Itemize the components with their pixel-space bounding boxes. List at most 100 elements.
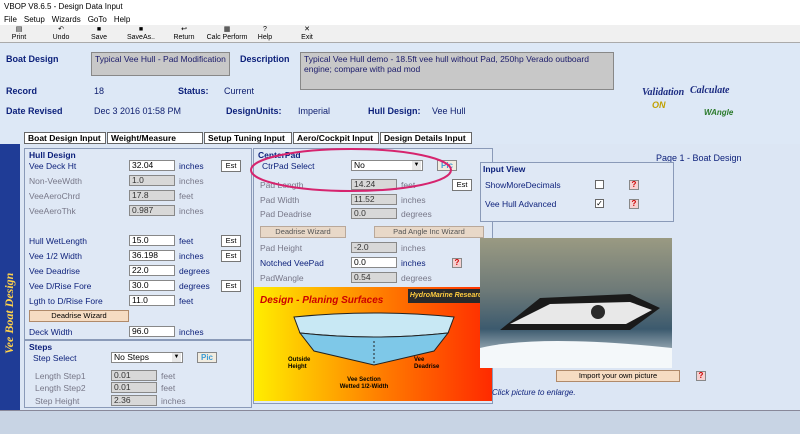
vee-hull-advanced-help-icon[interactable]: ? bbox=[629, 199, 639, 209]
undo-button[interactable]: ↶ Undo bbox=[50, 26, 72, 42]
toolbar: ▤ Print ↶ Undo ■ Save ■ SaveAs.. ↩ Return ▦ Ca… bbox=[0, 25, 800, 43]
annotation-circle bbox=[250, 148, 452, 192]
vee-aero-chord-unit: feet bbox=[179, 191, 194, 201]
non-vee-width-input[interactable]: 1.0 bbox=[129, 175, 175, 186]
pad-angle-inc-wizard-button[interactable]: Pad Angle Inc Wizard bbox=[374, 226, 484, 238]
description-label: Description bbox=[240, 54, 290, 64]
vee-aero-chord-input[interactable]: 17.8 bbox=[129, 190, 175, 201]
hull-wetlength-input[interactable]: 15.0 bbox=[129, 235, 175, 246]
vee-drise-fore-est-button[interactable]: Est bbox=[221, 280, 241, 292]
vee-deck-ht-input[interactable]: 32.04 bbox=[129, 160, 175, 171]
vee-hull-advanced-label: Vee Hull Advanced bbox=[485, 199, 557, 209]
deck-width-input[interactable]: 96.0 bbox=[129, 326, 175, 337]
notched-veepad-unit: inches bbox=[401, 258, 426, 268]
vee-deadrise-unit: degrees bbox=[179, 266, 210, 276]
record-value: 18 bbox=[94, 86, 105, 96]
pad-deadrise-input[interactable]: 0.0 bbox=[351, 208, 397, 219]
step-height-input[interactable]: 2.36 bbox=[111, 395, 157, 406]
length-step1-label: Length Step1 bbox=[35, 371, 86, 381]
notched-veepad-input[interactable]: 0.0 bbox=[351, 257, 397, 268]
pad-wangle-unit: degrees bbox=[401, 273, 432, 283]
vee-deck-ht-unit: inches bbox=[179, 161, 204, 171]
step-select-label: Step Select bbox=[33, 353, 77, 363]
deadrise-wizard-button[interactable]: Deadrise Wizard bbox=[29, 310, 129, 322]
description-field[interactable]: Typical Vee Hull demo - 18.5ft vee hull … bbox=[300, 52, 614, 90]
vee-deck-ht-est-button[interactable]: Est bbox=[221, 160, 241, 172]
length-step1-input[interactable]: 0.01 bbox=[111, 370, 157, 381]
wangle-badge: WAngle bbox=[704, 108, 734, 117]
boat-design-field[interactable]: Typical Vee Hull - Pad Modification bbox=[91, 52, 230, 76]
length-step1-unit: feet bbox=[161, 371, 176, 381]
length-step2-input[interactable]: 0.01 bbox=[111, 382, 157, 393]
saveas-button[interactable]: ■ SaveAs.. bbox=[126, 26, 156, 42]
tab-weight-measure[interactable]: Weight/Measure Input bbox=[107, 132, 203, 153]
length-step2-unit: feet bbox=[161, 383, 176, 393]
tab-design-details[interactable]: Design Details Input bbox=[380, 132, 472, 144]
vee-aero-thk-label: VeeAeroThk bbox=[29, 206, 76, 216]
calculate-logo[interactable]: Calculate WAngle bbox=[690, 85, 740, 125]
save-button[interactable]: ■ Save bbox=[88, 26, 110, 42]
exit-button[interactable]: ✕ Exit bbox=[296, 26, 318, 42]
menu-goto[interactable]: GoTo bbox=[88, 15, 107, 24]
menu-help[interactable]: Help bbox=[114, 15, 130, 24]
date-revised-value: Dec 3 2016 01:58 PM bbox=[94, 106, 182, 116]
help-button[interactable]: ? Help bbox=[254, 26, 276, 42]
menu-file[interactable]: File bbox=[4, 15, 17, 24]
validation-on-badge: ON bbox=[652, 100, 666, 110]
pad-height-input[interactable]: -2.0 bbox=[351, 242, 397, 253]
lgth-drise-fore-input[interactable]: 11.0 bbox=[129, 295, 175, 306]
pad-wangle-input[interactable]: 0.54 bbox=[351, 272, 397, 283]
diagram-title: Design - Planing Surfaces bbox=[260, 295, 384, 306]
steps-pic-button[interactable]: Pic bbox=[197, 352, 217, 363]
main-panel: Hull Design Vee Deck Ht 32.04 inches Est… bbox=[20, 144, 800, 410]
vee-deadrise-input[interactable]: 22.0 bbox=[129, 265, 175, 276]
vee-aero-thk-unit: inches bbox=[179, 206, 204, 216]
import-picture-help-icon[interactable]: ? bbox=[696, 371, 706, 381]
hull-wetlength-unit: feet bbox=[179, 236, 194, 246]
pad-height-label: Pad Height bbox=[260, 243, 303, 253]
non-vee-width-label: Non-VeeWdth bbox=[29, 176, 82, 186]
print-button[interactable]: ▤ Print bbox=[8, 26, 30, 42]
planing-surfaces-diagram[interactable]: Design - Planing Surfaces HydroMarine Re… bbox=[254, 287, 492, 401]
menu-setup[interactable]: Setup bbox=[24, 15, 45, 24]
record-label: Record bbox=[6, 86, 38, 96]
vee-half-width-input[interactable]: 36.198 bbox=[129, 250, 175, 261]
design-units-label: DesignUnits: bbox=[226, 106, 282, 116]
input-view-group: Input View ShowMoreDecimals ? Vee Hull A… bbox=[480, 162, 674, 222]
vee-drise-fore-input[interactable]: 30.0 bbox=[129, 280, 175, 291]
vee-half-width-label: Vee 1/2 Width bbox=[29, 251, 82, 261]
hull-design-label: Hull Design: bbox=[368, 106, 421, 116]
show-more-decimals-checkbox[interactable] bbox=[595, 180, 604, 189]
tab-setup-tuning[interactable]: Setup Tuning Input bbox=[204, 132, 292, 144]
vee-drise-fore-unit: degrees bbox=[179, 281, 210, 291]
show-more-decimals-help-icon[interactable]: ? bbox=[629, 180, 639, 190]
menu-wizards[interactable]: Wizards bbox=[52, 15, 81, 24]
vee-aero-thk-input[interactable]: 0.987 bbox=[129, 205, 175, 216]
notched-veepad-help-icon[interactable]: ? bbox=[452, 258, 462, 268]
validation-logo[interactable]: Validation ON bbox=[642, 87, 688, 125]
tab-boat-design[interactable]: Boat Design Input bbox=[24, 132, 106, 144]
pad-width-label: Pad Width bbox=[260, 195, 300, 205]
tab-aero-cockpit[interactable]: Aero/Cockpit Input bbox=[293, 132, 379, 144]
vee-hull-advanced-checkbox[interactable]: ✓ bbox=[595, 199, 604, 208]
status-bar bbox=[0, 410, 800, 434]
step-height-label: Step Height bbox=[35, 396, 80, 406]
pad-deadrise-wizard-button[interactable]: Deadrise Wizard bbox=[260, 226, 346, 238]
window-title: VBOP V8.6.5 - Design Data Input bbox=[0, 0, 800, 14]
pad-width-input[interactable]: 11.52 bbox=[351, 194, 397, 205]
pad-width-unit: inches bbox=[401, 195, 426, 205]
outside-height-label: Outside Height bbox=[288, 357, 311, 370]
show-more-decimals-label: ShowMoreDecimals bbox=[485, 180, 561, 190]
return-button[interactable]: ↩ Return bbox=[170, 26, 198, 42]
hull-design-value: Vee Hull bbox=[432, 106, 466, 116]
hull-wetlength-est-button[interactable]: Est bbox=[221, 235, 241, 247]
step-select-dropdown[interactable]: No Steps ▼ bbox=[111, 352, 183, 363]
vee-half-width-est-button[interactable]: Est bbox=[221, 250, 241, 262]
boat-photo[interactable] bbox=[480, 238, 672, 368]
boat-design-label: Boat Design bbox=[6, 54, 59, 64]
calc-perform-button[interactable]: ▦ Calc Perform bbox=[204, 26, 250, 42]
import-picture-button[interactable]: Import your own picture bbox=[556, 370, 680, 382]
pad-length-est-button[interactable]: Est bbox=[452, 179, 472, 191]
date-revised-label: Date Revised bbox=[6, 106, 63, 116]
chevron-down-icon: ▼ bbox=[172, 353, 181, 362]
